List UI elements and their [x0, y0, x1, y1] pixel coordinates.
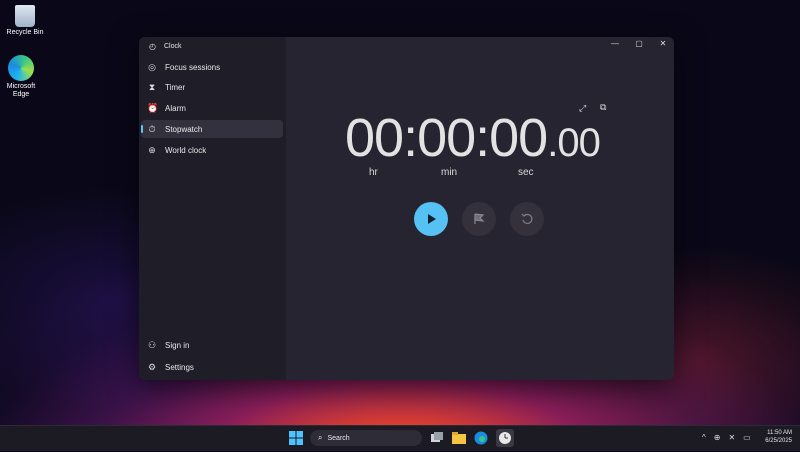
edge-shortcut[interactable]: Microsoft Edge [0, 55, 46, 99]
sidebar-item-focus-sessions[interactable]: ◎ Focus sessions [141, 58, 283, 76]
clock-time: 11:50 AM [767, 430, 792, 436]
sidebar-item-label: Sign in [165, 340, 190, 350]
minimize-icon[interactable]: — [610, 39, 620, 48]
taskbar-search[interactable]: ⌕ Search [310, 430, 422, 446]
settings-button[interactable]: ⚙ Settings [141, 358, 283, 376]
sidebar-item-world-clock[interactable]: ⊕ World clock [141, 141, 283, 159]
app-title-bar: ◴ Clock [149, 42, 182, 51]
sidebar-item-stopwatch[interactable]: ⏱ Stopwatch [141, 120, 283, 138]
desktop-icon-label: Microsoft Edge [6, 83, 36, 98]
edge-taskbar-icon[interactable] [474, 431, 488, 445]
start-button[interactable] [414, 202, 448, 236]
recycle-bin-shortcut[interactable]: Recycle Bin [0, 5, 50, 36]
sidebar-item-label: Focus sessions [165, 62, 221, 72]
timer-icon: ⧗ [148, 82, 156, 92]
task-view-icon[interactable] [430, 431, 444, 445]
sidebar-item-alarm[interactable]: ⏰ Alarm [141, 99, 283, 117]
file-explorer-icon[interactable] [452, 431, 466, 445]
gear-icon: ⚙ [147, 362, 157, 372]
sidebar-item-label: Alarm [165, 103, 186, 113]
time-main: 00:00:00 [345, 108, 548, 168]
maximize-icon[interactable]: ▢ [634, 39, 644, 48]
lap-button[interactable] [462, 202, 496, 236]
reset-button[interactable] [510, 202, 544, 236]
volume-mute-icon[interactable]: ✕ [728, 433, 735, 442]
reset-icon [521, 213, 533, 224]
alarm-icon: ⏰ [147, 103, 159, 113]
clock-taskbar-icon[interactable] [496, 429, 514, 447]
start-button[interactable] [289, 431, 303, 445]
unit-sec-label: sec [518, 167, 534, 178]
close-icon[interactable]: ✕ [658, 39, 668, 48]
sidebar-item-timer[interactable]: ⧗ Timer [141, 78, 283, 96]
system-tray: ^ ⊕ ✕ ▭ [702, 433, 751, 442]
app-title: Clock [163, 43, 182, 50]
clock-app-icon: ◴ [149, 42, 156, 51]
sidebar-item-label: Settings [165, 362, 194, 372]
flag-icon [474, 213, 485, 224]
stopwatch-display: 00:00:00.00 [345, 107, 601, 169]
sidebar: ◴ Clock ◎ Focus sessions ⧗ Timer ⏰ Alarm… [139, 37, 286, 380]
window-controls: — ▢ ✕ [610, 39, 668, 48]
globe-network-icon[interactable]: ⊕ [714, 433, 721, 442]
time-milliseconds: .00 [547, 121, 601, 165]
globe-icon: ⊕ [148, 145, 156, 155]
compact-overlay-icon[interactable]: ⧉ [600, 102, 606, 113]
clock-window: ◴ Clock ◎ Focus sessions ⧗ Timer ⏰ Alarm… [139, 37, 674, 380]
taskbar-clock[interactable]: 11:50 AM 6/25/2025 [765, 429, 792, 445]
sign-in-button[interactable]: ⚇ Sign in [141, 336, 283, 354]
unit-hr-label: hr [369, 167, 378, 178]
edge-icon [8, 55, 34, 81]
clock-date: 6/25/2025 [765, 438, 792, 444]
stopwatch-icon: ⏱ [148, 124, 156, 134]
person-icon: ⚇ [147, 340, 157, 350]
taskbar: ⌕ Search ^ ⊕ ✕ ▭ 11:50 AM 6/25/2025 [0, 425, 800, 451]
focus-icon: ◎ [148, 62, 156, 72]
desktop-icon-label: Recycle Bin [6, 29, 44, 36]
recycle-bin-icon [15, 5, 35, 27]
search-label: Search [327, 434, 350, 442]
windows-logo-icon [289, 431, 303, 445]
play-icon [428, 214, 436, 224]
battery-icon[interactable]: ▭ [743, 433, 751, 442]
sidebar-item-label: World clock [165, 145, 207, 155]
chevron-up-icon[interactable]: ^ [702, 433, 706, 442]
sidebar-item-label: Stopwatch [165, 124, 203, 134]
sidebar-item-label: Timer [165, 82, 186, 92]
unit-min-label: min [441, 167, 458, 178]
search-icon: ⌕ [318, 433, 323, 442]
